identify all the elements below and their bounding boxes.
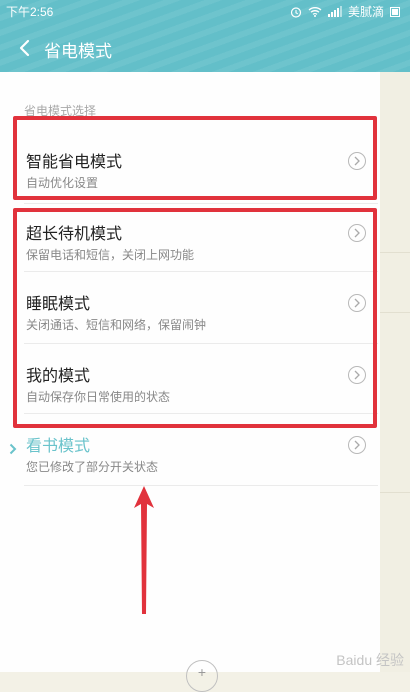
status-icons: 美腻滴: [290, 3, 402, 20]
selected-indicator-icon: [9, 443, 17, 455]
wifi-icon: [308, 7, 322, 17]
watermark: Baidu 经验: [336, 652, 404, 668]
back-button[interactable]: [12, 34, 36, 62]
chevron-right-icon: [348, 436, 366, 454]
highlight-box: [13, 116, 377, 200]
battery-icon: [390, 6, 400, 17]
signal-icon: [327, 6, 342, 17]
add-button[interactable]: +: [186, 660, 218, 692]
add-icon: +: [197, 664, 207, 680]
mode-title: 看书模式: [26, 438, 91, 455]
mode-item-reading[interactable]: 看书模式 您已修改了部分开关状态: [24, 432, 372, 502]
header-bar: 下午2:56 美腻滴 省电模式: [0, 0, 410, 72]
title-bar: 省电模式: [0, 26, 410, 70]
status-bar: 下午2:56 美腻滴: [0, 0, 410, 20]
background-edge: [380, 72, 410, 672]
annotation-arrow: [134, 486, 154, 614]
status-time: 下午2:56: [6, 5, 54, 19]
back-icon: [19, 39, 30, 57]
divider: [24, 203, 378, 204]
alarm-icon: [290, 6, 302, 18]
divider: [24, 485, 378, 486]
carrier-name: 美腻滴: [347, 5, 384, 19]
mode-desc: 您已修改了部分开关状态: [26, 460, 159, 474]
page-title: 省电模式: [44, 42, 112, 61]
highlight-box: [13, 208, 377, 428]
